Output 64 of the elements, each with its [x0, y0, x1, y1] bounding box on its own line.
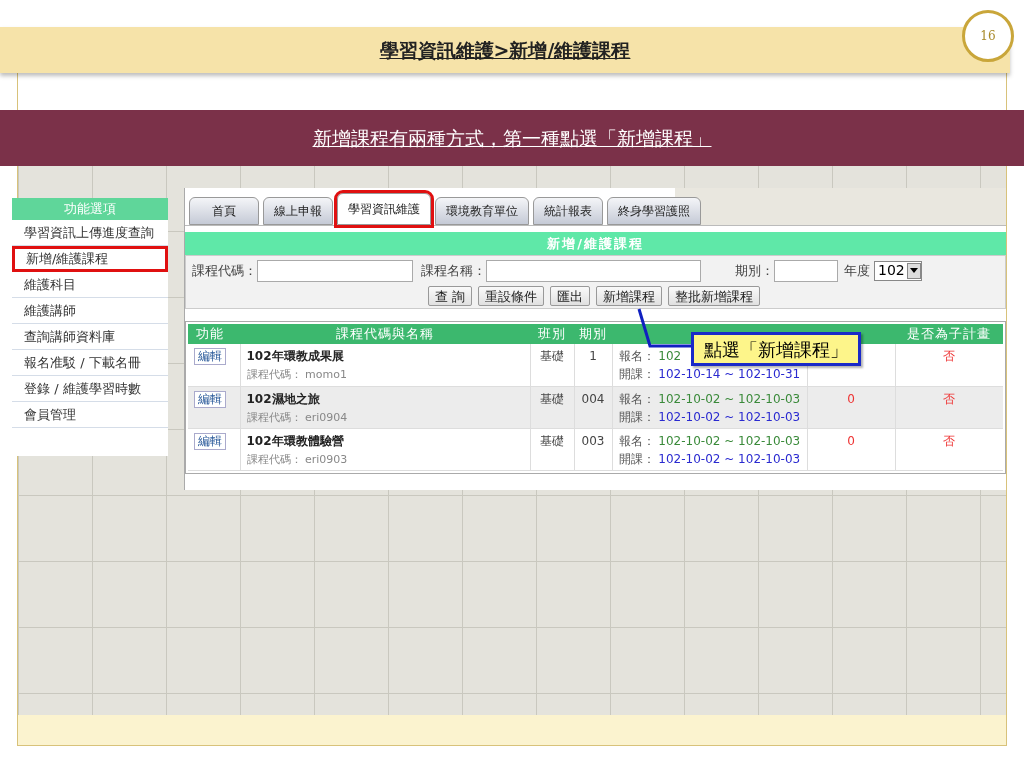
course-name: 102年環教成果展 — [246, 348, 345, 365]
sidebar-item[interactable]: 查詢講師資料庫 — [12, 324, 168, 350]
text-field[interactable] — [257, 259, 413, 282]
form-button[interactable]: 整批新增課程 — [668, 286, 761, 306]
form-button[interactable]: 新增課程 — [596, 286, 663, 306]
table-cell: 基礎 — [530, 344, 574, 386]
tab[interactable]: 環境教育單位 — [435, 197, 529, 225]
form-button[interactable]: 重設條件 — [478, 286, 545, 306]
course-dates: 開課： 102-10-14 ~ 102-10-31 — [618, 366, 801, 383]
edit-button[interactable]: 編輯 — [194, 432, 226, 450]
page-number: 16 — [962, 10, 1014, 62]
column-header: 班別 — [530, 324, 574, 344]
column-header: 功能 — [188, 324, 240, 344]
callout: 點選「新增課程」 — [691, 332, 861, 366]
slide-title: 學習資訊維護>新增/維護課程 — [379, 37, 631, 63]
registration-dates: 報名： 102 — [618, 348, 682, 365]
table-cell: 1 — [574, 344, 612, 386]
course-code: 課程代碼： momo1 — [246, 367, 348, 383]
sidebar-item[interactable]: 維護講師 — [12, 298, 168, 324]
form-button[interactable]: 匯出 — [550, 286, 591, 306]
sidebar-item[interactable]: 維護科目 — [12, 272, 168, 298]
field-label: 年度 — [844, 261, 870, 280]
field-label: 期別： — [735, 261, 774, 280]
registration-dates: 報名： 102-10-02 ~ 102-10-03 — [618, 390, 801, 408]
sidebar-item[interactable]: 新增/維護課程 — [12, 246, 168, 272]
course-code: 課程代碼： eri0903 — [246, 451, 349, 468]
field-label: 課程名稱： — [421, 261, 486, 280]
edit-button[interactable]: 編輯 — [194, 390, 226, 408]
table-cell: 004 — [574, 386, 612, 428]
course-dates: 開課： 102-10-02 ~ 102-10-03 — [618, 450, 801, 468]
tab[interactable]: 終身學習護照 — [607, 197, 701, 225]
form-title: 新增/維護課程 — [547, 234, 644, 253]
table-cell: 基礎 — [530, 386, 574, 428]
sidebar-item[interactable]: 登錄 / 維護學習時數 — [12, 376, 168, 402]
column-header: 課程代碼與名稱 — [240, 324, 530, 344]
table-cell: 否 — [895, 344, 1003, 386]
sidebar-item[interactable]: 會員管理 — [12, 402, 168, 428]
table-cell: 否 — [895, 428, 1003, 470]
sidebar-title: 功能選項 — [12, 198, 168, 220]
sidebar-item[interactable]: 報名准駁 / 下載名冊 — [12, 350, 168, 376]
tab[interactable]: 首頁 — [189, 197, 259, 225]
table-cell: 基礎 — [530, 428, 574, 470]
tab[interactable]: 統計報表 — [533, 197, 603, 225]
text-field[interactable] — [486, 259, 701, 282]
banner-text: 新增課程有兩種方式，第一種點選「新增課程」 — [312, 125, 712, 151]
year-select[interactable]: 102 — [874, 260, 922, 281]
sidebar-item[interactable]: 學習資訊上傳進度查詢 — [12, 220, 168, 246]
form-button[interactable]: 查 詢 — [428, 286, 473, 306]
table-cell: 否 — [895, 386, 1003, 428]
course-name: 102年環教體驗營 — [246, 432, 345, 450]
registration-dates: 報名： 102-10-02 ~ 102-10-03 — [618, 432, 801, 450]
column-header: 期別 — [574, 324, 612, 344]
table-cell: 0 — [807, 386, 895, 428]
table-cell: 0 — [807, 428, 895, 470]
field-label: 課程代碼： — [192, 261, 257, 280]
table-cell: 003 — [574, 428, 612, 470]
column-header: 是否為子計畫 — [895, 324, 1003, 344]
text-field[interactable] — [774, 259, 838, 282]
course-dates: 開課： 102-10-02 ~ 102-10-03 — [618, 408, 801, 426]
tab[interactable]: 線上申報 — [263, 197, 333, 225]
tab[interactable]: 學習資訊維護 — [337, 193, 431, 225]
course-code: 課程代碼： eri0904 — [246, 409, 349, 426]
course-name: 102濕地之旅 — [246, 390, 321, 408]
edit-button[interactable]: 編輯 — [194, 348, 226, 365]
